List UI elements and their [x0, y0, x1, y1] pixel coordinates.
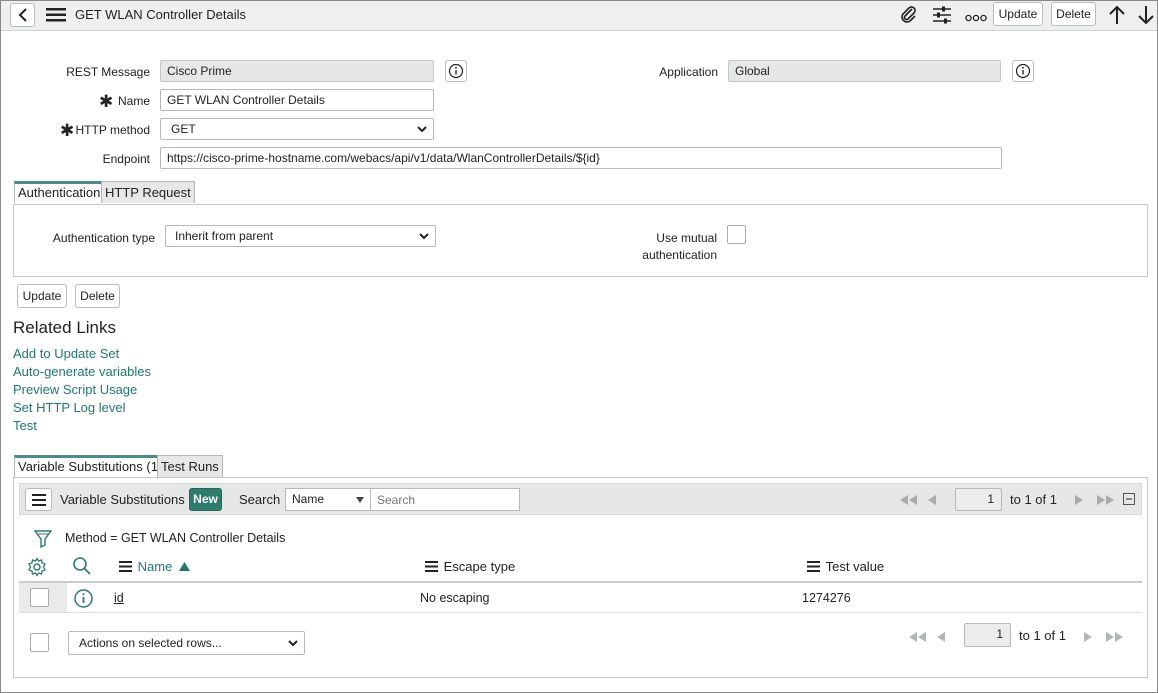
- sort-ascending-icon: [178, 562, 190, 571]
- column-header-escape-type[interactable]: Escape type: [425, 559, 515, 574]
- link-add-to-update-set[interactable]: Add to Update Set: [13, 346, 119, 361]
- search-field-select[interactable]: Name: [285, 488, 371, 511]
- link-preview-script-usage[interactable]: Preview Script Usage: [13, 382, 137, 397]
- hamburger-menu-icon: [31, 494, 46, 506]
- cell-escape-type: No escaping: [420, 591, 490, 605]
- chevron-left-icon: [18, 8, 27, 22]
- actions-select[interactable]: Actions on selected rows...: [68, 631, 305, 655]
- first-page-icon[interactable]: [909, 631, 927, 645]
- table-row: id No escaping 1274276: [19, 583, 1142, 613]
- rest-message-field[interactable]: Cisco Prime: [160, 60, 434, 82]
- rest-message-info-button[interactable]: [445, 60, 467, 82]
- column-label-name: Name: [137, 559, 173, 574]
- endpoint-input[interactable]: https://cisco-prime-hostname.com/webacs/…: [160, 147, 1002, 169]
- http-method-select[interactable]: GET: [160, 118, 434, 140]
- last-page-icon[interactable]: [1096, 494, 1114, 508]
- update-button[interactable]: Update: [17, 284, 67, 308]
- related-links-heading: Related Links: [13, 318, 117, 337]
- column-menu-icon: [119, 561, 132, 572]
- page-title: GET WLAN Controller Details: [75, 7, 246, 22]
- rest-message-label: REST Message: [66, 65, 150, 79]
- new-button[interactable]: New: [189, 488, 222, 511]
- info-icon: [1015, 63, 1031, 79]
- link-set-http-log-level[interactable]: Set HTTP Log level: [13, 400, 125, 415]
- column-header-test-value[interactable]: Test value: [807, 559, 884, 574]
- tab-variable-substitutions[interactable]: Variable Substitutions (1): [14, 455, 167, 477]
- select-all-checkbox[interactable]: [30, 633, 49, 652]
- footer-page-number-input[interactable]: 1: [964, 623, 1011, 647]
- next-page-icon[interactable]: [1083, 631, 1092, 645]
- collapse-icon[interactable]: [1123, 493, 1135, 508]
- authentication-type-label: Authentication type: [52, 231, 155, 245]
- first-page-icon[interactable]: [900, 494, 918, 508]
- column-menu-icon: [807, 561, 820, 572]
- application-info-button[interactable]: [1012, 60, 1034, 82]
- mutual-auth-checkbox[interactable]: [727, 225, 746, 244]
- application-label: Application: [659, 65, 718, 79]
- filter-icon[interactable]: [33, 530, 53, 553]
- previous-page-icon[interactable]: [937, 631, 946, 645]
- mutual-auth-label-line1: Use mutual: [656, 231, 717, 245]
- http-method-value: GET: [171, 122, 196, 136]
- previous-page-icon[interactable]: [928, 494, 937, 508]
- last-page-icon[interactable]: [1105, 631, 1123, 645]
- name-input[interactable]: GET WLAN Controller Details: [160, 89, 434, 111]
- tab-authentication[interactable]: Authentication: [14, 181, 105, 203]
- actions-select-value: Actions on selected rows...: [79, 636, 222, 650]
- link-auto-generate-variables[interactable]: Auto-generate variables: [13, 364, 151, 379]
- delete-button[interactable]: Delete: [75, 284, 120, 308]
- filter-breadcrumb: Method = GET WLAN Controller Details: [65, 531, 286, 545]
- list-menu-button[interactable]: [25, 488, 52, 511]
- column-label-test-value: Test value: [825, 559, 885, 574]
- arrow-up-icon[interactable]: [1108, 5, 1126, 28]
- back-button[interactable]: [10, 3, 35, 27]
- more-options-icon[interactable]: [965, 11, 987, 25]
- mutual-auth-label-line2: authentication: [642, 248, 717, 262]
- search-input[interactable]: [370, 488, 520, 511]
- authentication-type-select[interactable]: Inherit from parent: [165, 225, 436, 247]
- search-icon[interactable]: [72, 556, 92, 579]
- paperclip-icon[interactable]: [899, 5, 919, 28]
- chevron-down-icon: [419, 233, 429, 240]
- column-menu-icon: [425, 561, 438, 572]
- info-icon[interactable]: [73, 588, 94, 612]
- settings-sliders-icon[interactable]: [932, 5, 952, 28]
- list-title: Variable Substitutions: [60, 492, 185, 507]
- application-field[interactable]: Global: [728, 60, 1001, 82]
- column-label-escape-type: Escape type: [443, 559, 516, 574]
- cell-test-value: 1274276: [802, 591, 851, 605]
- link-test[interactable]: Test: [13, 418, 37, 433]
- column-header-name[interactable]: Name: [119, 559, 190, 574]
- endpoint-label: Endpoint: [102, 152, 150, 166]
- chevron-down-icon: [417, 126, 427, 133]
- hamburger-menu-icon[interactable]: [46, 8, 66, 25]
- gear-icon[interactable]: [27, 557, 47, 580]
- tab-test-runs[interactable]: Test Runs: [157, 455, 223, 477]
- row-checkbox[interactable]: [30, 588, 49, 607]
- http-method-label: HTTP method: [75, 123, 150, 137]
- header-bar: GET WLAN Controller Details Update Delet…: [1, 1, 1157, 31]
- tab-http-request[interactable]: HTTP Request: [101, 181, 195, 203]
- search-label: Search: [239, 492, 281, 507]
- page-range-text: to 1 of 1: [1010, 492, 1057, 507]
- name-label: Name: [117, 94, 150, 108]
- search-field-value: Name: [292, 492, 325, 506]
- cell-name-link[interactable]: id: [114, 591, 124, 605]
- header-delete-button[interactable]: Delete: [1051, 2, 1096, 26]
- next-page-icon[interactable]: [1074, 494, 1083, 508]
- info-icon: [448, 63, 464, 79]
- authentication-type-value: Inherit from parent: [175, 229, 274, 243]
- footer-page-range-text: to 1 of 1: [1019, 628, 1066, 643]
- header-update-button[interactable]: Update: [993, 2, 1043, 26]
- chevron-down-icon: [288, 640, 298, 647]
- page-number-input[interactable]: 1: [955, 488, 1002, 511]
- arrow-down-icon[interactable]: [1137, 5, 1155, 28]
- caret-down-icon: [356, 497, 364, 503]
